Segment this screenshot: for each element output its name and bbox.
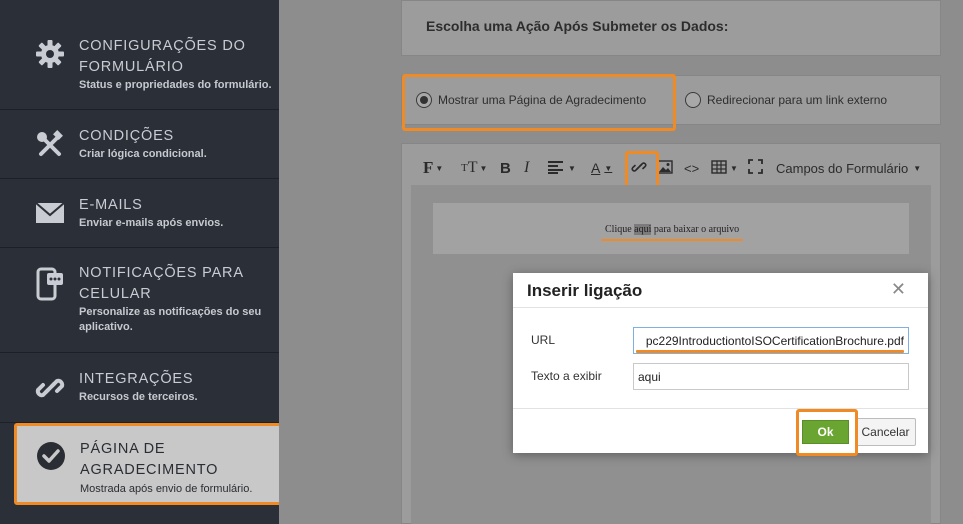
sidebar: CONFIGURAÇÕES DO FORMULÁRIO Status e pro… xyxy=(0,0,282,524)
sidebar-item-title: FORMULÁRIO xyxy=(79,59,184,75)
expand-icon xyxy=(748,159,763,177)
sidebar-item-subtitle: Recursos de terceiros. xyxy=(79,391,198,403)
sidebar-item-title: NOTIFICAÇÕES PARA xyxy=(79,265,244,281)
sidebar-item-subtitle: Mostrada após envio de formulário. xyxy=(80,483,253,495)
sidebar-item-title: CONDIÇÕES xyxy=(79,128,175,144)
align-button[interactable]: ▼ xyxy=(548,153,576,183)
sidebar-item-subtitle: Enviar e-mails após envios. xyxy=(79,217,224,229)
selected-text: aqui xyxy=(634,224,652,235)
sidebar-item-title: CELULAR xyxy=(79,286,152,302)
gear-icon xyxy=(32,36,68,72)
sidebar-item-title: E-MAILS xyxy=(79,197,143,213)
table-button[interactable]: ▼ xyxy=(711,153,738,183)
sidebar-item-subtitle: aplicativo. xyxy=(79,321,133,333)
envelope-icon xyxy=(32,195,68,231)
mobile-notification-icon xyxy=(32,266,68,302)
sidebar-item-form-settings[interactable]: CONFIGURAÇÕES DO FORMULÁRIO Status e pro… xyxy=(0,0,279,110)
text-color-button[interactable]: A ▼ xyxy=(591,153,612,183)
italic-button[interactable]: I xyxy=(524,153,529,183)
fullscreen-button[interactable] xyxy=(748,153,763,183)
highlight-box xyxy=(402,74,676,131)
check-circle-icon xyxy=(33,438,69,474)
code-view-button[interactable]: <> xyxy=(684,153,699,183)
sidebar-item-subtitle: Criar lógica condicional. xyxy=(79,148,207,160)
link-icon xyxy=(32,370,68,406)
table-icon xyxy=(711,159,727,177)
url-label: URL xyxy=(531,333,556,347)
sidebar-item-thank-you-page[interactable]: PÁGINA DE AGRADECIMENTO Mostrada após en… xyxy=(14,423,282,505)
sidebar-item-integrations[interactable]: INTEGRAÇÕES Recursos de terceiros. xyxy=(0,353,279,423)
editor-toolbar: F ▼ T T ▼ B I ▼ A ▼ <> ▼ Campos do Formulári… xyxy=(411,153,931,183)
highlight-box xyxy=(796,409,858,456)
font-family-button[interactable]: F ▼ xyxy=(423,153,443,183)
sidebar-item-conditions[interactable]: CONDIÇÕES Criar lógica condicional. xyxy=(0,110,279,179)
font-size-button[interactable]: T T ▼ xyxy=(461,153,487,183)
sidebar-item-mobile-notifications[interactable]: NOTIFICAÇÕES PARA CELULAR Personalize as… xyxy=(0,248,279,353)
insert-image-button[interactable] xyxy=(657,153,673,183)
option-label: Redirecionar para um link externo xyxy=(707,93,888,107)
highlight-underline xyxy=(601,239,743,241)
image-icon xyxy=(657,159,673,177)
sidebar-item-title: AGRADECIMENTO xyxy=(80,462,219,478)
highlight-box xyxy=(625,151,659,189)
dialog-title: Inserir ligação xyxy=(527,281,643,300)
bold-button[interactable]: B xyxy=(500,153,511,183)
close-icon[interactable]: ✕ xyxy=(891,279,906,300)
radio-button[interactable] xyxy=(685,92,701,108)
tools-icon xyxy=(32,127,68,163)
cancel-button[interactable]: Cancelar xyxy=(855,418,916,446)
align-left-icon xyxy=(548,160,564,177)
sidebar-item-subtitle: Status e propriedades do formulário. xyxy=(79,79,272,91)
dialog-header: Inserir ligação ✕ xyxy=(513,273,928,308)
option-redirect-link[interactable]: Redirecionar para um link externo xyxy=(685,92,887,108)
editor-text: Clique aqui para baixar o arquivo xyxy=(605,224,740,235)
display-text-input[interactable]: aqui xyxy=(633,363,909,390)
sidebar-item-emails[interactable]: E-MAILS Enviar e-mails após envios. xyxy=(0,179,279,248)
sidebar-item-title: INTEGRAÇÕES xyxy=(79,371,194,387)
display-text-label: Texto a exibir xyxy=(531,369,602,383)
page-heading: Escolha uma Ação Após Submeter os Dados: xyxy=(426,18,729,34)
sidebar-item-title: PÁGINA DE xyxy=(80,441,166,457)
highlight-underline xyxy=(636,350,904,353)
form-fields-dropdown[interactable]: Campos do Formulário ▼ xyxy=(776,153,921,183)
sidebar-item-subtitle: Personalize as notificações do seu xyxy=(79,306,262,318)
sidebar-item-title: CONFIGURAÇÕES DO xyxy=(79,38,246,54)
